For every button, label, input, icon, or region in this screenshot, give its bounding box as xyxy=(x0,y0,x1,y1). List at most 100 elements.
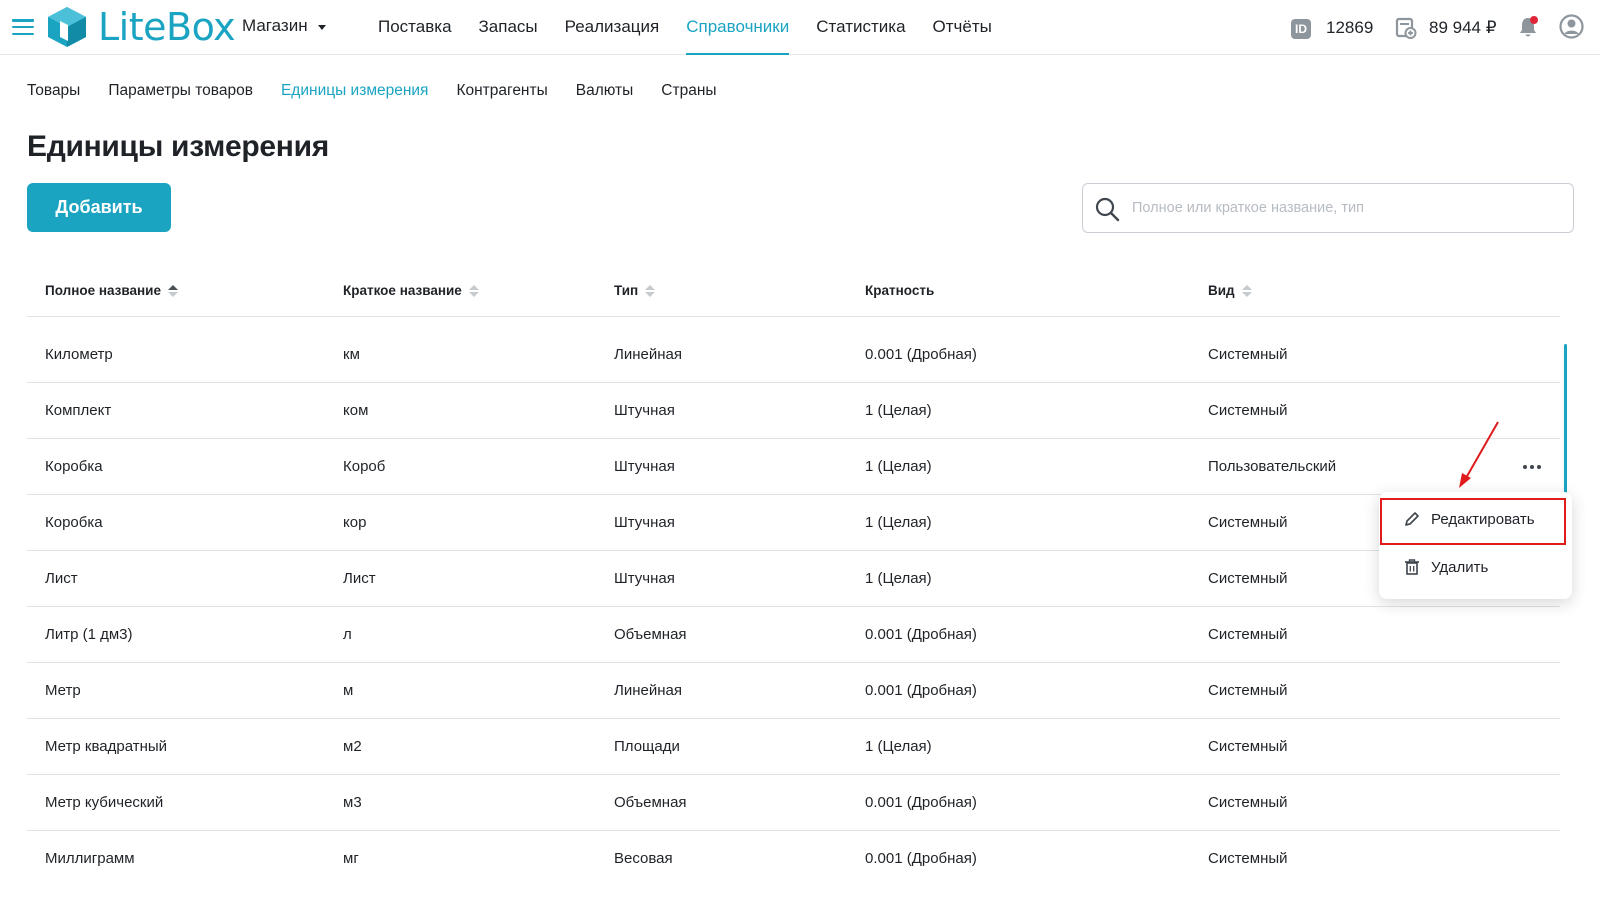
table-row[interactable]: Метр м Линейная 0.001 (Дробная) Системны… xyxy=(27,663,1560,719)
cell-type: Штучная xyxy=(614,570,675,587)
cell-multiplicity: 0.001 (Дробная) xyxy=(865,850,977,867)
table-scrollbar[interactable] xyxy=(1564,344,1567,496)
cell-multiplicity: 1 (Целая) xyxy=(865,570,932,587)
menu-item-edit[interactable]: Редактировать xyxy=(1379,496,1572,542)
account-id: 12869 xyxy=(1326,18,1374,37)
cell-type: Штучная xyxy=(614,402,675,419)
nav-item-reports[interactable]: Отчёты xyxy=(933,0,992,55)
cell-kind: Системный xyxy=(1208,514,1288,531)
column-multiplicity: Кратность xyxy=(865,283,934,298)
cell-type: Объемная xyxy=(614,626,687,643)
cell-short-name: м2 xyxy=(343,738,362,755)
cell-full-name: Коробка xyxy=(45,458,103,475)
cell-short-name: ком xyxy=(343,402,369,419)
table-row[interactable]: Метр квадратный м2 Площади 1 (Целая) Сис… xyxy=(27,719,1560,775)
table-row[interactable]: Лист Лист Штучная 1 (Целая) Системный xyxy=(27,551,1560,607)
cell-kind: Системный xyxy=(1208,570,1288,587)
nav-item-references[interactable]: Справочники xyxy=(686,0,790,55)
row-context-menu: Редактировать Удалить xyxy=(1379,492,1572,599)
column-kind[interactable]: Вид xyxy=(1208,283,1252,298)
cell-type: Линейная xyxy=(614,682,682,699)
cell-type: Объемная xyxy=(614,794,687,811)
cell-multiplicity: 0.001 (Дробная) xyxy=(865,346,977,363)
cell-short-name: Короб xyxy=(343,458,386,475)
column-multiplicity-label: Кратность xyxy=(865,283,935,298)
cell-full-name: Метр квадратный xyxy=(45,738,168,755)
logo[interactable]: LiteBox xyxy=(46,5,236,49)
menu-item-delete[interactable]: Удалить xyxy=(1379,544,1572,590)
table-row[interactable]: Километр км Линейная 0.001 (Дробная) Сис… xyxy=(27,327,1560,383)
cell-multiplicity: 1 (Целая) xyxy=(865,402,932,419)
tab-product-params[interactable]: Параметры товаров xyxy=(108,82,253,100)
chevron-down-icon xyxy=(317,24,326,30)
search-input[interactable] xyxy=(1132,196,1552,220)
cell-short-name: кор xyxy=(343,514,367,531)
trash-icon xyxy=(1405,559,1419,575)
cell-full-name: Литр (1 дм3) xyxy=(45,626,133,643)
menu-icon[interactable] xyxy=(12,19,34,35)
tab-currencies[interactable]: Валюты xyxy=(576,82,634,100)
column-type[interactable]: Тип xyxy=(614,283,656,298)
cell-full-name: Лист xyxy=(45,570,78,587)
nav-item-stock[interactable]: Запасы xyxy=(479,0,538,55)
cell-short-name: км xyxy=(343,346,360,363)
add-button[interactable]: Добавить xyxy=(27,183,171,232)
top-bar: LiteBox Магазин Поставка Запасы Реализац… xyxy=(0,0,1600,55)
cell-multiplicity: 1 (Целая) xyxy=(865,458,932,475)
cell-type: Штучная xyxy=(614,458,675,475)
column-kind-label: Вид xyxy=(1208,283,1235,298)
cell-full-name: Метр xyxy=(45,682,81,699)
units-table: Полное название Краткое название Тип Кра… xyxy=(27,271,1560,871)
cell-short-name: м xyxy=(343,682,354,699)
cell-multiplicity: 0.001 (Дробная) xyxy=(865,794,977,811)
table-row[interactable]: Миллиграмм мг Весовая 0.001 (Дробная) Си… xyxy=(27,831,1560,871)
cell-multiplicity: 0.001 (Дробная) xyxy=(865,682,977,699)
search-box xyxy=(1082,183,1574,233)
table-row[interactable]: Коробка кор Штучная 1 (Целая) Системный xyxy=(27,495,1560,551)
cell-kind: Системный xyxy=(1208,794,1288,811)
search-icon xyxy=(1095,197,1120,222)
sort-icon xyxy=(1241,284,1252,297)
account-balance[interactable]: 89 944 ₽ xyxy=(1429,18,1497,38)
cell-type: Площади xyxy=(614,738,680,755)
cell-kind: Системный xyxy=(1208,682,1288,699)
cell-full-name: Метр кубический xyxy=(45,794,164,811)
menu-item-delete-label: Удалить xyxy=(1431,558,1489,576)
sort-asc-icon xyxy=(167,284,178,297)
tab-products[interactable]: Товары xyxy=(27,82,80,100)
table-row[interactable]: Литр (1 дм3) л Объемная 0.001 (Дробная) … xyxy=(27,607,1560,663)
main-nav: Поставка Запасы Реализация Справочники С… xyxy=(378,0,1019,55)
table-row[interactable]: Метр кубический м3 Объемная 0.001 (Дробн… xyxy=(27,775,1560,831)
cell-type: Весовая xyxy=(614,850,673,867)
bell-icon[interactable] xyxy=(1517,15,1539,39)
cell-multiplicity: 0.001 (Дробная) xyxy=(865,626,977,643)
column-full-name-label: Полное название xyxy=(45,283,161,298)
store-select-label: Магазин xyxy=(242,16,308,35)
tab-countries[interactable]: Страны xyxy=(661,82,716,100)
nav-item-statistics[interactable]: Статистика xyxy=(816,0,905,55)
cell-short-name: Лист xyxy=(343,570,376,587)
store-select[interactable]: Магазин xyxy=(242,16,326,36)
user-avatar-icon[interactable] xyxy=(1559,14,1584,39)
id-badge-icon: ID xyxy=(1291,19,1311,39)
menu-item-edit-label: Редактировать xyxy=(1431,510,1535,528)
cell-short-name: м3 xyxy=(343,794,362,811)
nav-item-sales[interactable]: Реализация xyxy=(565,0,660,55)
nav-item-delivery[interactable]: Поставка xyxy=(378,0,452,55)
table-row[interactable]: Комплект ком Штучная 1 (Целая) Системный xyxy=(27,383,1560,439)
cell-type: Штучная xyxy=(614,514,675,531)
column-full-name[interactable]: Полное название xyxy=(45,283,178,298)
tab-counterparties[interactable]: Контрагенты xyxy=(456,82,547,100)
tab-units[interactable]: Единицы измерения xyxy=(281,82,428,100)
table-row[interactable]: Коробка Короб Штучная 1 (Целая) Пользова… xyxy=(27,439,1560,495)
cell-kind: Пользовательский xyxy=(1208,458,1337,475)
cell-multiplicity: 1 (Целая) xyxy=(865,738,932,755)
cell-kind: Системный xyxy=(1208,626,1288,643)
logo-text: LiteBox xyxy=(98,5,236,49)
more-actions-icon[interactable] xyxy=(1523,465,1541,469)
column-short-name[interactable]: Краткое название xyxy=(343,283,479,298)
column-type-label: Тип xyxy=(614,283,639,298)
cell-full-name: Коробка xyxy=(45,514,103,531)
cell-kind: Системный xyxy=(1208,850,1288,867)
cell-multiplicity: 1 (Целая) xyxy=(865,514,932,531)
